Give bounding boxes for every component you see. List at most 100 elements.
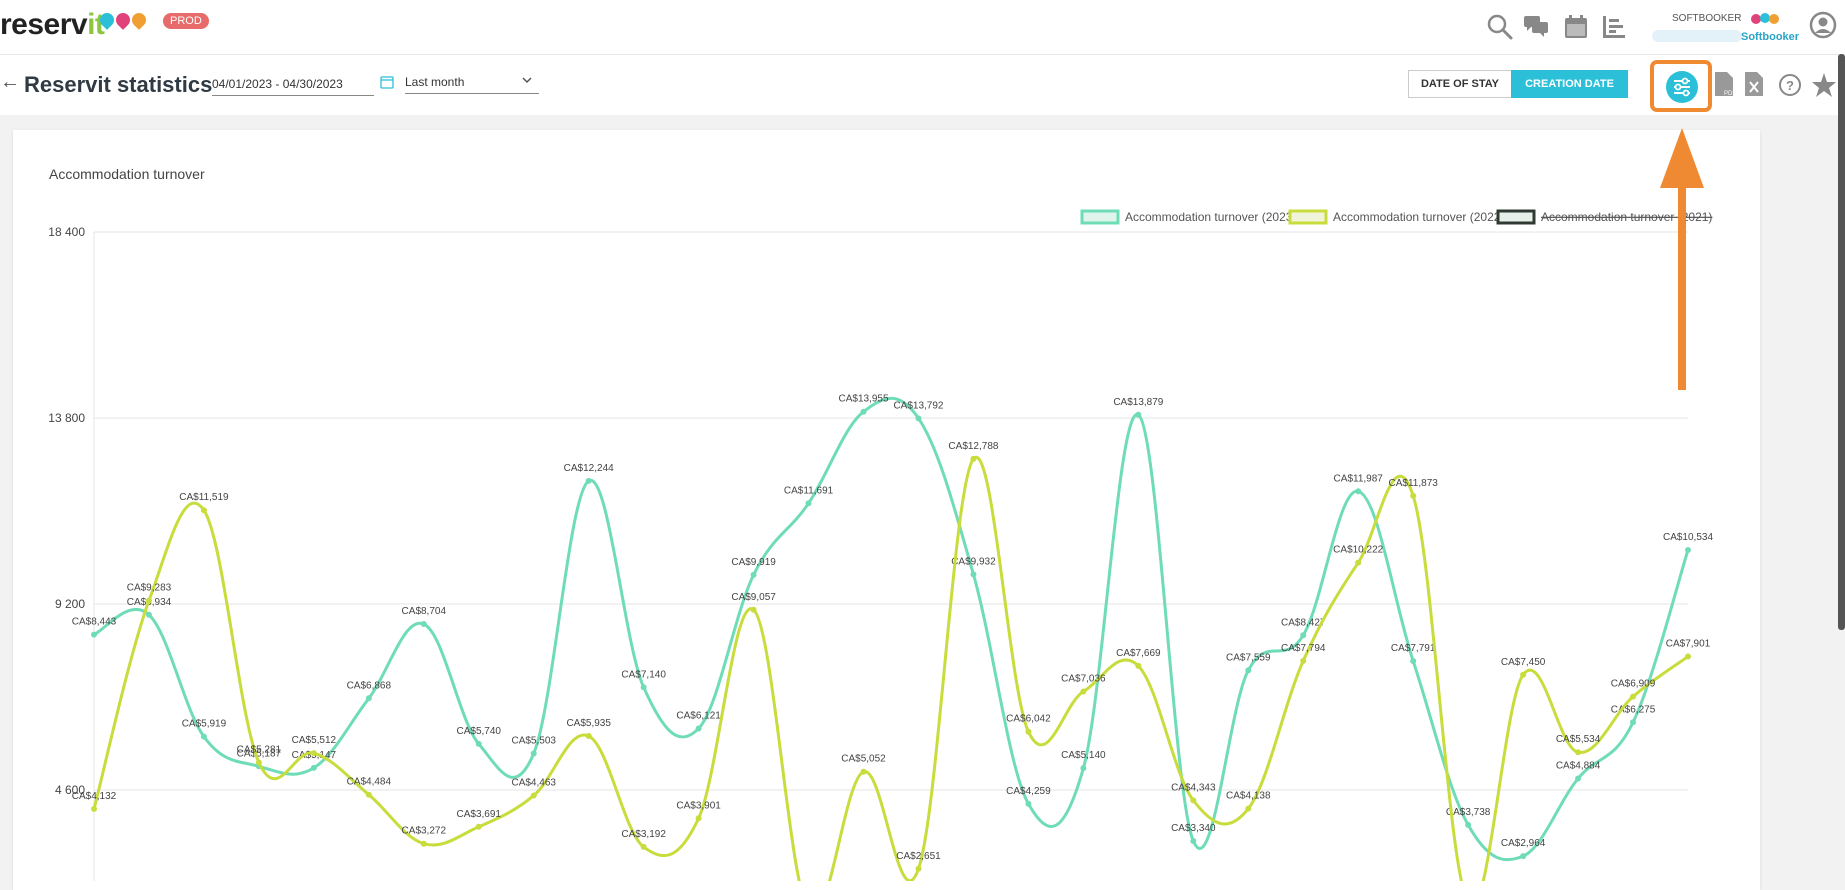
data-point[interactable]: [1410, 657, 1417, 664]
data-label: CA$7,450: [1501, 657, 1546, 668]
data-point[interactable]: [200, 507, 207, 514]
data-point[interactable]: [91, 805, 97, 812]
data-point[interactable]: [1080, 688, 1087, 695]
data-point[interactable]: [915, 865, 922, 872]
data-point[interactable]: [750, 571, 757, 578]
data-point[interactable]: [145, 597, 152, 604]
legend-label[interactable]: Accommodation turnover (2023): [1125, 210, 1296, 224]
data-label: CA$3,691: [457, 809, 502, 820]
data-point[interactable]: [750, 606, 757, 613]
data-point[interactable]: [1025, 800, 1032, 807]
data-point[interactable]: [1355, 488, 1362, 495]
data-label: CA$5,503: [511, 735, 556, 746]
data-label: CA$4,463: [511, 778, 556, 789]
data-label: CA$12,788: [948, 441, 998, 452]
data-label: CA$9,057: [731, 592, 776, 603]
data-point[interactable]: [1355, 559, 1362, 566]
data-point[interactable]: [1190, 797, 1197, 804]
data-point[interactable]: [1080, 765, 1087, 772]
data-label: CA$5,919: [182, 719, 227, 730]
data-point[interactable]: [915, 415, 922, 422]
data-point[interactable]: [970, 455, 977, 462]
data-label: CA$5,140: [1061, 750, 1106, 761]
data-point[interactable]: [1410, 492, 1417, 499]
data-label: CA$3,901: [676, 800, 721, 811]
data-label: CA$9,919: [731, 557, 776, 568]
data-point[interactable]: [1245, 667, 1252, 674]
data-point[interactable]: [420, 621, 427, 628]
data-label: CA$11,519: [179, 492, 229, 503]
data-label: CA$10,534: [1663, 532, 1713, 543]
data-point[interactable]: [475, 823, 482, 830]
data-point[interactable]: [1300, 632, 1307, 639]
data-point[interactable]: [640, 843, 647, 850]
data-point[interactable]: [420, 840, 427, 847]
data-point[interactable]: [1135, 662, 1142, 669]
data-label: CA$12,244: [564, 463, 614, 474]
data-point[interactable]: [1465, 821, 1472, 828]
data-label: CA$7,559: [1226, 652, 1271, 663]
data-label: CA$11,691: [784, 485, 834, 496]
data-point[interactable]: [475, 740, 482, 747]
data-point[interactable]: [310, 750, 317, 757]
data-point[interactable]: [860, 408, 867, 415]
data-point[interactable]: [1135, 411, 1142, 418]
data-point[interactable]: [1300, 657, 1307, 664]
data-label: CA$6,042: [1006, 714, 1051, 725]
data-label: CA$3,192: [621, 829, 666, 840]
data-point[interactable]: [585, 733, 592, 740]
data-point[interactable]: [1520, 671, 1527, 678]
data-label: CA$7,901: [1666, 639, 1711, 650]
data-label: CA$2,964: [1501, 838, 1546, 849]
data-point[interactable]: [1025, 728, 1032, 735]
data-label: CA$5,512: [292, 735, 337, 746]
data-label: CA$5,052: [841, 754, 886, 765]
data-point[interactable]: [585, 477, 592, 484]
data-label: CA$4,884: [1556, 761, 1601, 772]
data-point[interactable]: [1245, 805, 1252, 812]
data-point[interactable]: [200, 733, 207, 740]
data-point[interactable]: [1575, 775, 1582, 782]
y-tick-label: 18 400: [48, 225, 85, 239]
data-label: CA$11,873: [1389, 478, 1439, 489]
data-label: CA$5,740: [457, 726, 502, 737]
data-point[interactable]: [860, 768, 867, 775]
data-point[interactable]: [1685, 653, 1691, 660]
data-point[interactable]: [365, 791, 372, 798]
data-point[interactable]: [695, 815, 702, 822]
data-label: CA$9,283: [127, 583, 172, 594]
data-label: CA$5,281: [237, 744, 282, 755]
data-point[interactable]: [1190, 837, 1197, 844]
data-label: CA$6,909: [1611, 679, 1656, 690]
data-point[interactable]: [1630, 693, 1637, 700]
legend-swatch[interactable]: [1080, 209, 1120, 225]
data-label: CA$7,140: [621, 669, 666, 680]
data-label: CA$5,534: [1556, 734, 1601, 745]
orange-arrow-annotation: [1660, 128, 1704, 390]
legend-swatch[interactable]: [1496, 209, 1536, 225]
data-label: CA$9,932: [951, 556, 996, 567]
turnover-line-chart: 18 40013 8009 2004 600 Accommodation tur…: [48, 209, 1713, 881]
data-point[interactable]: [640, 684, 647, 691]
data-point[interactable]: [1630, 719, 1637, 726]
data-label: CA$7,794: [1281, 643, 1326, 654]
data-point[interactable]: [145, 611, 152, 618]
data-point[interactable]: [1575, 749, 1582, 756]
legend-label[interactable]: Accommodation turnover (2022): [1333, 210, 1504, 224]
legend-swatch[interactable]: [1288, 209, 1328, 225]
data-point[interactable]: [255, 759, 262, 766]
data-point[interactable]: [1685, 547, 1691, 554]
data-point[interactable]: [530, 750, 537, 757]
data-label: CA$3,340: [1171, 823, 1216, 834]
data-point[interactable]: [310, 764, 317, 771]
data-point[interactable]: [530, 792, 537, 799]
data-label: CA$4,259: [1006, 786, 1051, 797]
data-point[interactable]: [970, 571, 977, 578]
data-point[interactable]: [91, 631, 97, 638]
data-point[interactable]: [365, 695, 372, 702]
data-point[interactable]: [1520, 853, 1527, 860]
data-point[interactable]: [695, 725, 702, 732]
data-point[interactable]: [805, 500, 812, 507]
page-scrollbar[interactable]: [1838, 54, 1845, 630]
y-tick-label: 13 800: [48, 411, 85, 425]
